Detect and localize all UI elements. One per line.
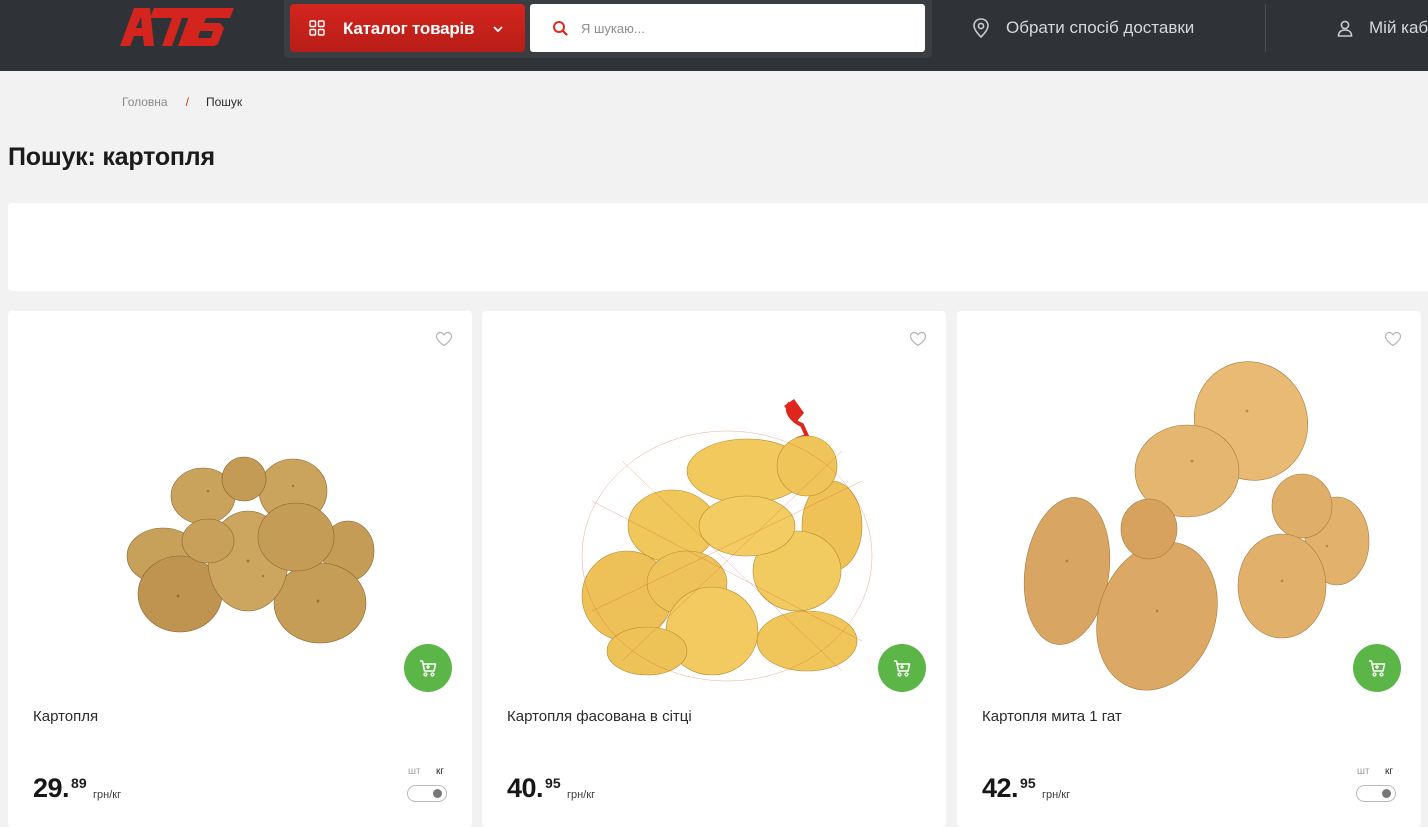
location-pin-icon	[973, 18, 989, 39]
unit-option-pcs: шт	[1357, 766, 1370, 777]
heart-icon[interactable]	[909, 331, 927, 347]
cart-icon	[1369, 660, 1386, 677]
product-image[interactable]	[48, 351, 432, 701]
heart-icon[interactable]	[1384, 331, 1402, 347]
catalog-button[interactable]: Каталог товарів	[290, 4, 525, 52]
price-unit: грн/кг	[1042, 789, 1071, 801]
product-image[interactable]	[997, 351, 1381, 701]
user-icon	[1337, 20, 1353, 37]
product-card[interactable]: Картопля мита 1 гат 42. 95 грн/кг шт кг	[957, 311, 1421, 827]
product-price: 29. 89 грн/кг	[33, 773, 121, 804]
product-name[interactable]: Картопля фасована в сітці	[507, 708, 692, 725]
breadcrumb-separator: /	[185, 95, 189, 109]
cart-icon	[420, 660, 437, 677]
unit-option-kg: кг	[1385, 766, 1394, 777]
product-card[interactable]: Картопля фасована в сітці 40. 95 грн/кг	[482, 311, 946, 827]
breadcrumb: Головна / Пошук	[122, 95, 242, 109]
unit-option-pcs: шт	[408, 766, 421, 777]
catalog-label: Каталог товарів	[343, 19, 475, 38]
add-to-cart-button[interactable]	[1353, 644, 1401, 692]
unit-toggle: шт кг	[1355, 766, 1397, 802]
product-card[interactable]: Картопля 29. 89 грн/кг шт кг	[8, 311, 472, 827]
heart-icon[interactable]	[435, 331, 453, 347]
add-to-cart-button[interactable]	[404, 644, 452, 692]
price-kopecks: 95	[1020, 775, 1036, 791]
product-price: 40. 95 грн/кг	[507, 773, 595, 804]
site-header: Каталог товарів Обрати спосіб доставки М…	[0, 0, 1428, 71]
filter-panel	[8, 203, 1428, 291]
price-kopecks: 89	[71, 775, 87, 791]
account-label: Мій каб	[1369, 18, 1428, 37]
unit-option-kg: кг	[436, 766, 445, 777]
grid-icon	[309, 20, 325, 36]
product-name[interactable]: Картопля	[33, 708, 98, 725]
account-link[interactable]: Мій каб	[1335, 16, 1428, 40]
price-main: 42.	[982, 773, 1019, 803]
product-price: 42. 95 грн/кг	[982, 773, 1070, 804]
search-box	[530, 4, 925, 52]
chevron-down-icon	[493, 26, 503, 32]
unit-toggle-switch[interactable]	[407, 785, 447, 802]
price-main: 40.	[507, 773, 544, 803]
toggle-knob	[433, 789, 442, 798]
delivery-selector[interactable]: Обрати спосіб доставки	[970, 16, 1194, 40]
price-kopecks: 95	[545, 775, 561, 791]
price-main: 29.	[33, 773, 70, 803]
atb-logo[interactable]	[120, 6, 234, 48]
product-name[interactable]: Картопля мита 1 гат	[982, 708, 1122, 725]
breadcrumb-current: Пошук	[205, 95, 243, 109]
product-image[interactable]	[522, 351, 906, 701]
breadcrumb-home[interactable]: Головна	[122, 95, 168, 109]
price-unit: грн/кг	[567, 789, 596, 801]
toggle-knob	[1382, 789, 1391, 798]
search-icon[interactable]	[552, 20, 568, 36]
header-divider	[1265, 4, 1266, 52]
unit-toggle-switch[interactable]	[1356, 785, 1396, 802]
delivery-label: Обрати спосіб доставки	[1006, 18, 1195, 37]
page-title: Пошук: картопля	[8, 143, 215, 171]
cart-icon	[894, 660, 911, 677]
price-unit: грн/кг	[93, 789, 122, 801]
add-to-cart-button[interactable]	[878, 644, 926, 692]
search-input[interactable]	[581, 16, 911, 40]
unit-toggle: шт кг	[406, 766, 448, 802]
